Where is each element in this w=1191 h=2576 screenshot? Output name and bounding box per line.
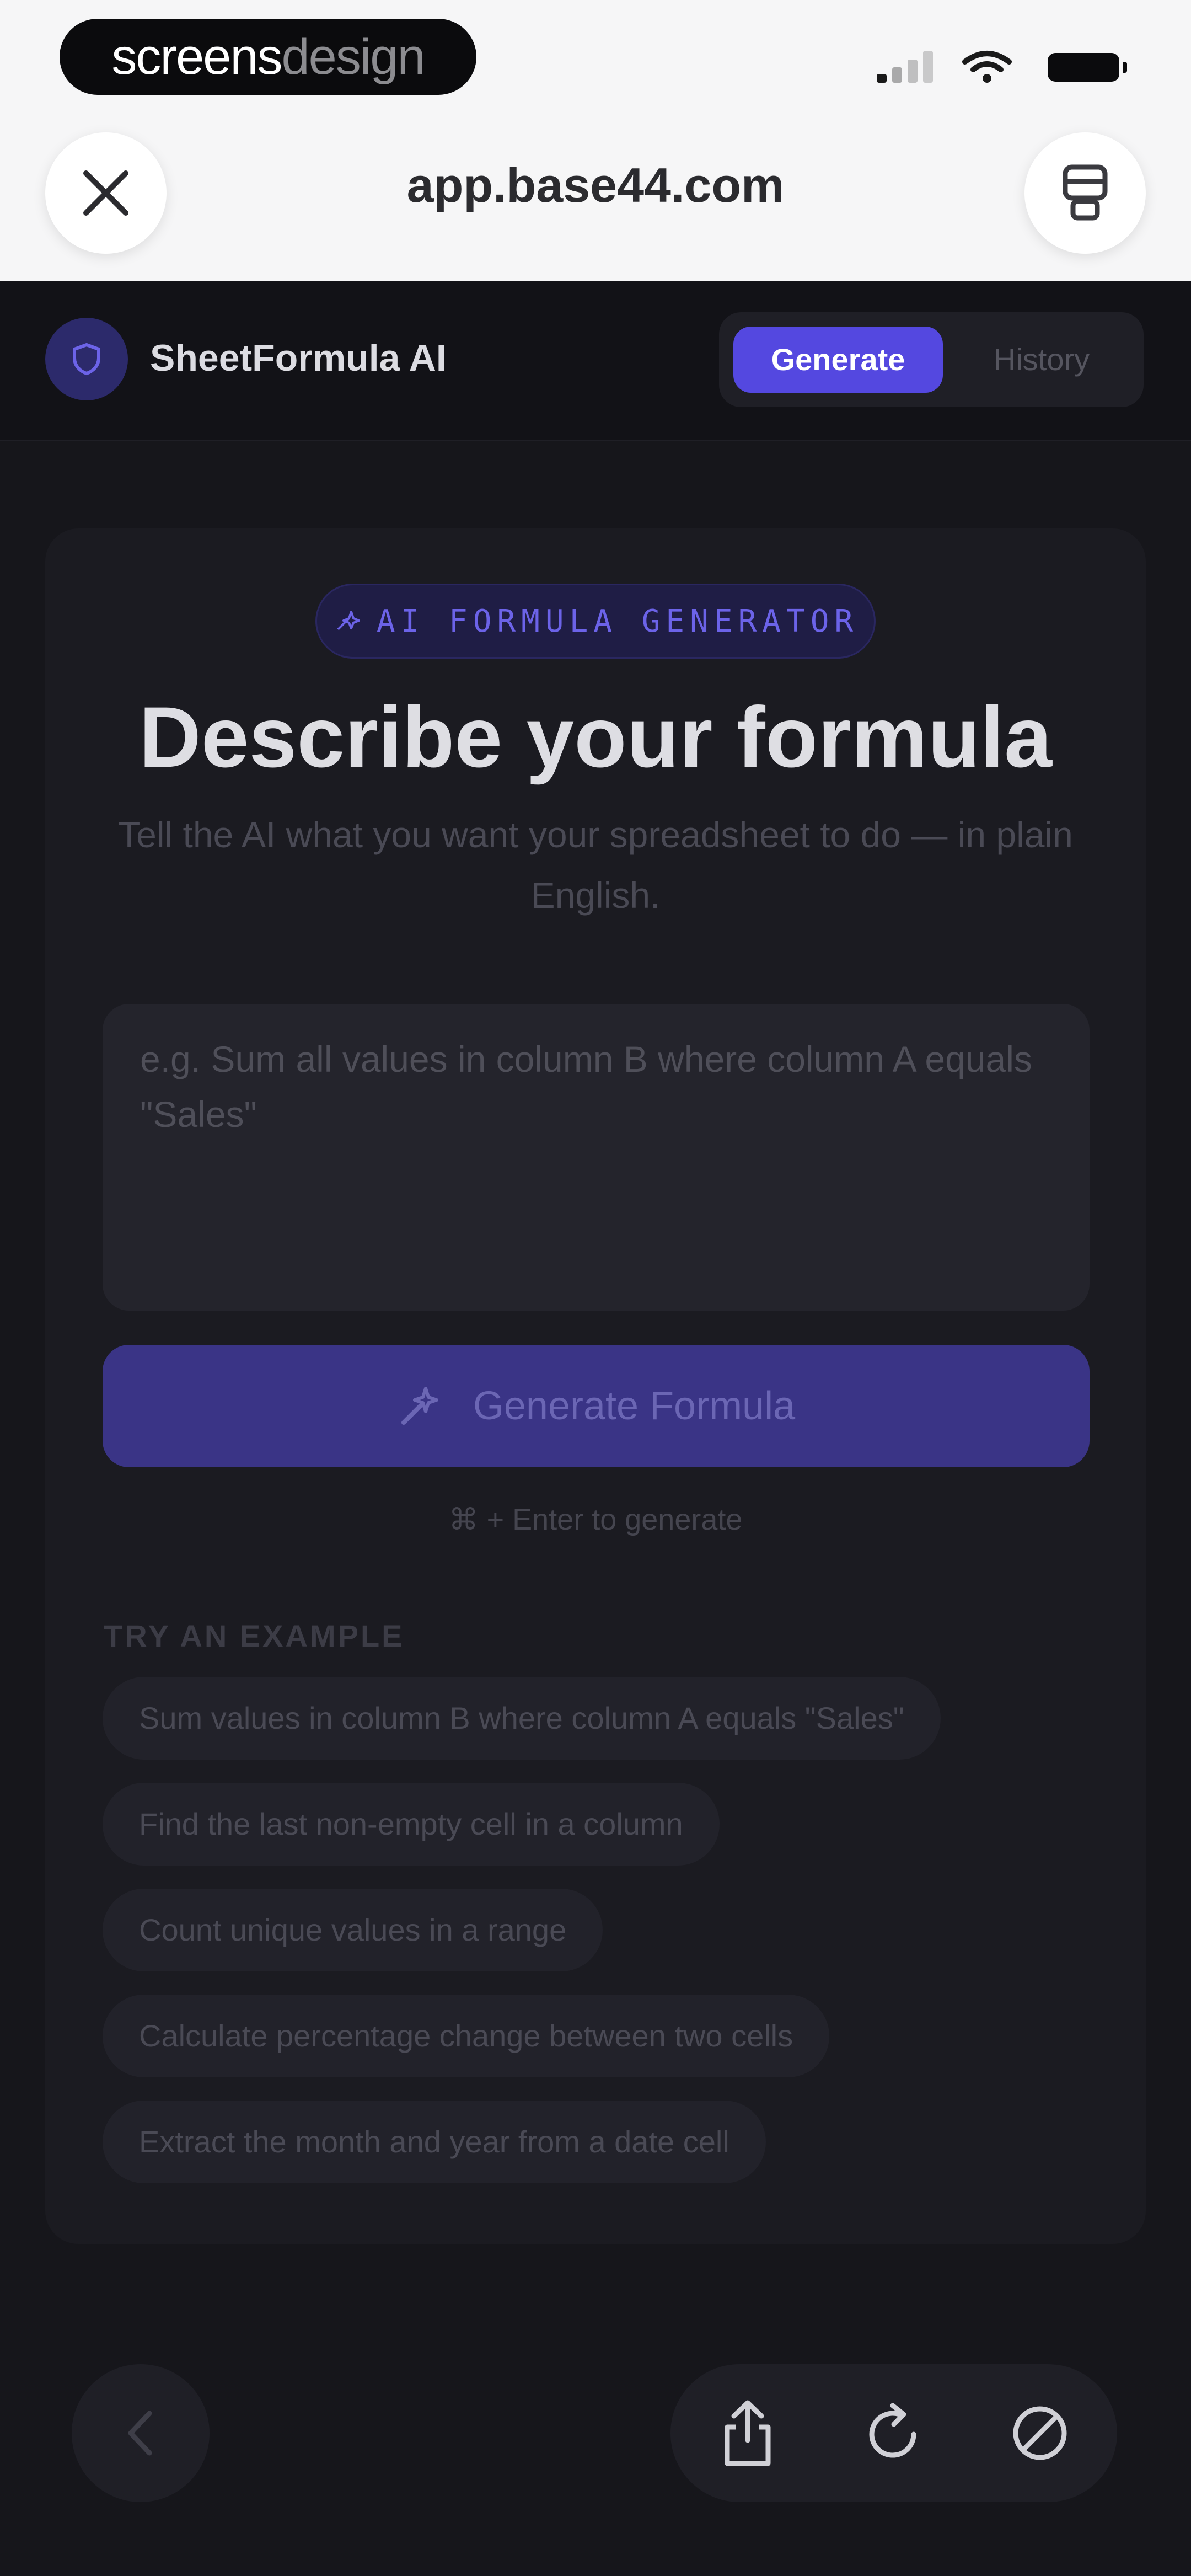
example-chip[interactable]: Sum values in column B where column A eq… [103,1677,941,1760]
formula-generator-card: AI FORMULA GENERATOR Describe your formu… [45,528,1146,2244]
back-button[interactable] [72,2364,210,2502]
app-header: SheetFormula AI Generate History [0,281,1191,441]
formula-description-input[interactable] [103,1004,1090,1311]
examples-heading: TRY AN EXAMPLE [104,1618,405,1653]
cellular-signal-icon [877,50,937,83]
browser-toolbar [670,2364,1117,2502]
sparkle-icon [337,611,360,630]
generate-formula-button[interactable]: Generate Formula [103,1345,1090,1467]
url-bar[interactable]: app.base44.com [0,157,1191,213]
page-subtitle: Tell the AI what you want your spreadshe… [118,814,1073,916]
reload-button[interactable] [839,2378,949,2488]
badge-label: AI FORMULA GENERATOR [376,603,859,639]
share-button[interactable] [693,2378,803,2488]
watermark-logo: screensdesign [60,19,476,95]
prohibited-icon [1013,2406,1067,2460]
example-chip[interactable]: Calculate percentage change between two … [103,1995,830,2077]
share-icon [725,2400,771,2466]
example-chip[interactable]: Count unique values in a range [103,1889,603,1971]
example-chip[interactable]: Find the last non-empty cell in a column [103,1783,720,1866]
view-switcher: Generate History [719,312,1144,407]
reload-icon [869,2403,916,2458]
page-title: Describe your formula [139,690,1052,785]
generate-button-label: Generate Formula [473,1384,796,1428]
app-name: SheetFormula AI [150,337,447,379]
magic-wand-icon [401,1387,438,1425]
chevron-left-icon [128,2411,152,2456]
example-chip[interactable]: Extract the month and year from a date c… [103,2101,766,2183]
watermark-bold-text: screens [111,29,282,85]
keyboard-shortcut-hint: ⌘ + Enter to generate [448,1503,743,1536]
watermark-light-text: design [281,29,426,85]
tab-history[interactable]: History [951,327,1133,393]
page-settings-icon [1063,164,1108,221]
shield-icon [73,343,100,376]
wifi-icon [962,51,1012,83]
reader-button[interactable] [1024,132,1146,254]
block-button[interactable] [985,2378,1095,2488]
feature-badge: AI FORMULA GENERATOR [315,584,876,659]
battery-icon [1048,53,1127,82]
tab-generate[interactable]: Generate [733,327,943,393]
app-logo[interactable] [45,318,128,400]
browser-chrome: screensdesign app.base44.com [0,0,1191,281]
